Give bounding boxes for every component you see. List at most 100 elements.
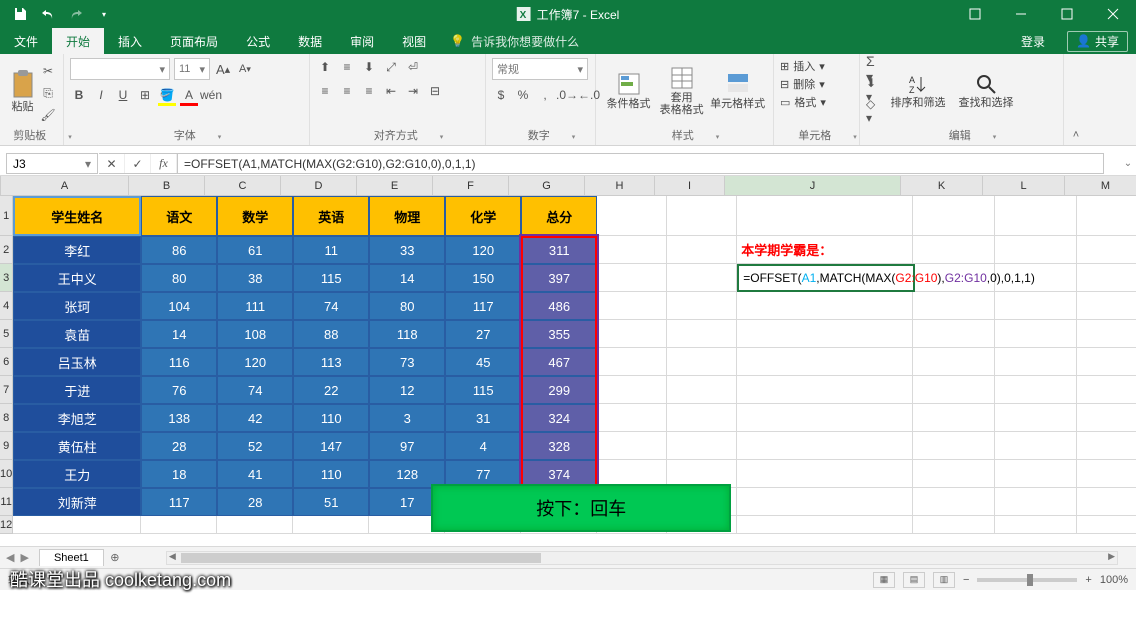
font-size-combo[interactable]: 11▾ (174, 58, 210, 80)
tab-insert[interactable]: 插入 (104, 28, 156, 54)
cell[interactable]: 12 (369, 376, 445, 404)
find-select-button[interactable]: 查找和选择 (952, 58, 1020, 124)
font-color-button[interactable]: A (180, 86, 198, 104)
cell[interactable]: 147 (293, 432, 369, 460)
add-sheet-button[interactable]: ⊕ (104, 551, 126, 564)
tab-view[interactable]: 视图 (388, 28, 440, 54)
cell[interactable] (667, 292, 737, 320)
share-button[interactable]: 👤 共享 (1067, 31, 1128, 52)
cell[interactable] (737, 376, 913, 404)
cell[interactable]: 28 (141, 432, 217, 460)
cell[interactable] (597, 196, 667, 236)
cell[interactable] (1077, 376, 1136, 404)
zoom-in-button[interactable]: + (1085, 574, 1091, 586)
col-header-G[interactable]: G (509, 176, 585, 196)
cell[interactable]: 110 (293, 404, 369, 432)
cell[interactable]: 14 (141, 320, 217, 348)
increase-decimal-button[interactable]: .0→ (558, 86, 576, 104)
cell[interactable] (667, 404, 737, 432)
col-header-H[interactable]: H (585, 176, 655, 196)
page-break-view-button[interactable]: ▥ (933, 572, 955, 588)
cell[interactable]: 33 (369, 236, 445, 264)
cell[interactable] (667, 376, 737, 404)
cell-styles-button[interactable]: 单元格样式 (708, 58, 767, 124)
cell[interactable]: 王中义 (13, 264, 141, 292)
merge-button[interactable]: ⊟ (426, 82, 444, 100)
tab-data[interactable]: 数据 (284, 28, 336, 54)
percent-button[interactable]: % (514, 86, 532, 104)
cell[interactable] (913, 488, 995, 516)
cell[interactable]: 150 (445, 264, 521, 292)
cell[interactable]: 74 (293, 292, 369, 320)
cell[interactable] (913, 196, 995, 236)
sheet-nav-prev[interactable]: ◀ (6, 551, 14, 564)
cell[interactable]: 110 (293, 460, 369, 488)
cell[interactable] (737, 516, 913, 534)
cell[interactable]: 41 (217, 460, 293, 488)
cell[interactable] (667, 264, 737, 292)
cell[interactable]: 73 (369, 348, 445, 376)
cell[interactable]: 38 (217, 264, 293, 292)
cell[interactable] (667, 236, 737, 264)
copy-button[interactable]: ⎘ (39, 84, 57, 102)
cell[interactable]: 化学 (445, 196, 521, 236)
cell[interactable] (913, 320, 995, 348)
cell[interactable]: 299 (521, 376, 597, 404)
currency-button[interactable]: $ (492, 86, 510, 104)
cell[interactable] (737, 404, 913, 432)
cell[interactable] (217, 516, 293, 534)
cell[interactable]: 学生姓名 (13, 196, 141, 236)
format-painter-button[interactable]: 🖌 (39, 106, 57, 124)
cell[interactable]: 138 (141, 404, 217, 432)
name-box[interactable]: J3▾ (6, 153, 98, 174)
cell[interactable]: 486 (521, 292, 597, 320)
cells-area[interactable]: 学生姓名语文数学英语物理化学总分李红86611133120311本学期学霸是：王… (13, 196, 1136, 534)
cell[interactable] (1077, 432, 1136, 460)
wrap-text-button[interactable]: ⏎ (404, 58, 422, 76)
cell[interactable]: 117 (445, 292, 521, 320)
number-format-combo[interactable]: 常规▾ (492, 58, 588, 80)
cell[interactable]: 于进 (13, 376, 141, 404)
cell[interactable] (1077, 196, 1136, 236)
align-bottom-button[interactable]: ⬇ (360, 58, 378, 76)
cell[interactable]: 52 (217, 432, 293, 460)
cell[interactable]: 本学期学霸是： (737, 236, 913, 264)
row-header-5[interactable]: 5 (0, 320, 13, 348)
cell[interactable] (1077, 404, 1136, 432)
cell[interactable] (737, 196, 913, 236)
row-header-8[interactable]: 8 (0, 404, 13, 432)
cell[interactable]: 英语 (293, 196, 369, 236)
cell[interactable] (913, 348, 995, 376)
cell[interactable]: 61 (217, 236, 293, 264)
align-right-button[interactable]: ≡ (360, 82, 378, 100)
cell[interactable] (913, 292, 995, 320)
orientation-button[interactable]: ⤢ (382, 58, 400, 76)
cell[interactable] (995, 460, 1077, 488)
cell[interactable]: 88 (293, 320, 369, 348)
cut-button[interactable]: ✂ (39, 62, 57, 80)
cell[interactable]: 328 (521, 432, 597, 460)
cell[interactable]: 115 (445, 376, 521, 404)
cell[interactable]: 18 (141, 460, 217, 488)
grow-font-button[interactable]: A▴ (214, 60, 232, 78)
cell[interactable] (1077, 264, 1136, 292)
underline-button[interactable]: U (114, 86, 132, 104)
cell[interactable]: 语文 (141, 196, 217, 236)
cell[interactable] (737, 348, 913, 376)
formula-bar[interactable]: =OFFSET(A1,MATCH(MAX(G2:G10),G2:G10,0),0… (178, 153, 1104, 174)
collapse-ribbon-button[interactable]: ˄ (1064, 54, 1088, 145)
sort-filter-button[interactable]: AZ 排序和筛选 (884, 58, 952, 124)
shrink-font-button[interactable]: A▾ (236, 60, 254, 78)
col-header-C[interactable]: C (205, 176, 281, 196)
cell[interactable] (667, 320, 737, 348)
tab-review[interactable]: 审阅 (336, 28, 388, 54)
save-button[interactable] (8, 2, 32, 26)
cell[interactable]: 刘新萍 (13, 488, 141, 516)
tab-home[interactable]: 开始 (52, 28, 104, 54)
cell[interactable] (1077, 292, 1136, 320)
align-middle-button[interactable]: ≡ (338, 58, 356, 76)
cell[interactable]: 李旭芝 (13, 404, 141, 432)
row-header-4[interactable]: 4 (0, 292, 13, 320)
cell[interactable] (995, 376, 1077, 404)
cell[interactable]: 张珂 (13, 292, 141, 320)
